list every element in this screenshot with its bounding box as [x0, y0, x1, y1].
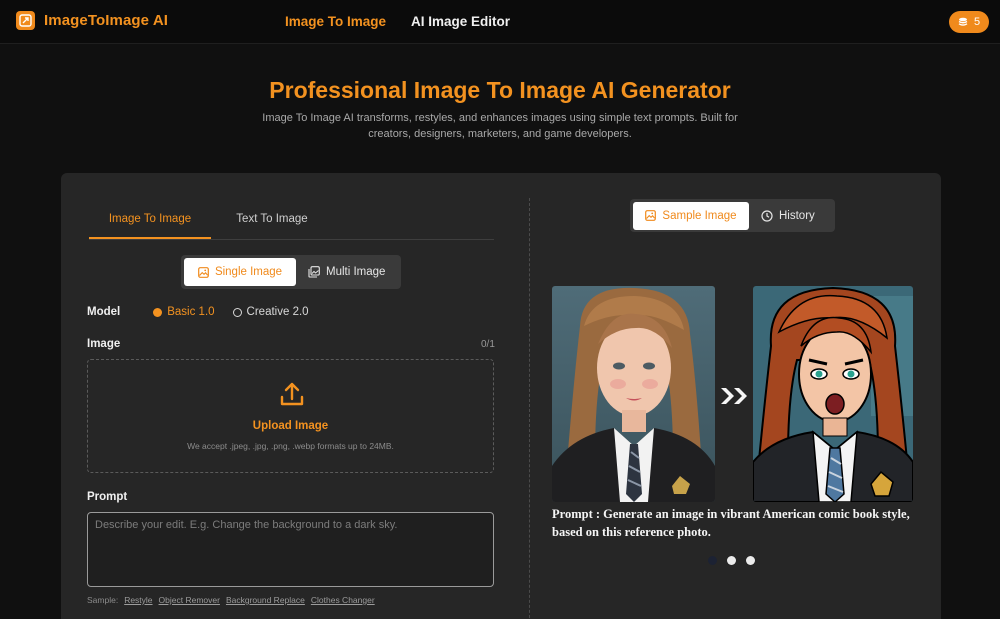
credits-badge[interactable]: 5 — [949, 11, 989, 33]
carousel-dot-1[interactable] — [708, 556, 717, 565]
clock-icon — [761, 209, 773, 222]
nav-ai-image-editor[interactable]: AI Image Editor — [411, 14, 510, 29]
history-label: History — [779, 209, 815, 222]
result-area: Sample Image History Prompt: Generate a… — [61, 173, 941, 619]
history-tab[interactable]: History — [749, 202, 827, 230]
sample-result-photo — [753, 286, 913, 502]
page-subtitle: Image To Image AI transforms, restyles, … — [262, 112, 738, 140]
transform-arrows-icon — [721, 388, 747, 404]
carousel-dot-2[interactable] — [727, 556, 736, 565]
carousel-dots — [708, 556, 755, 565]
sample-image-label: Sample Image — [662, 209, 737, 222]
sample-original-photo — [552, 286, 715, 502]
logo-text: ImageToImage AI — [44, 12, 169, 29]
logo-icon — [16, 11, 35, 30]
main-nav: Image To Image AI Image Editor — [285, 14, 510, 29]
result-tabs: Sample Image History — [630, 199, 835, 232]
page-title: Professional Image To Image AI Generator — [269, 77, 731, 103]
top-header: ImageToImage AI Image To Image AI Image … — [0, 0, 1000, 44]
logo[interactable]: ImageToImage AI — [16, 11, 168, 30]
carousel-dot-3[interactable] — [746, 556, 755, 565]
coins-icon — [958, 17, 968, 26]
sample-prompt-text: Prompt : Generate an image in vibrant Am… — [552, 507, 910, 539]
nav-image-to-image[interactable]: Image To Image — [285, 14, 386, 29]
image-icon — [645, 210, 657, 221]
sample-image-tab[interactable]: Sample Image — [633, 201, 749, 230]
credits-count: 5 — [973, 16, 981, 28]
